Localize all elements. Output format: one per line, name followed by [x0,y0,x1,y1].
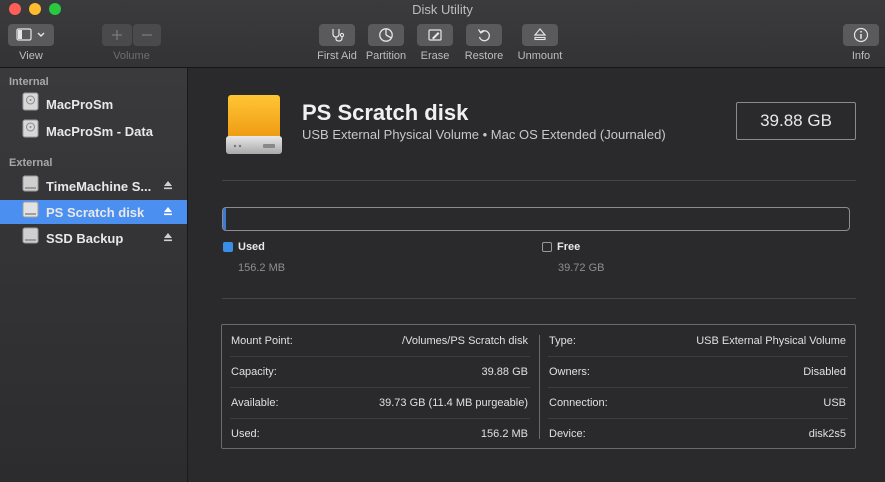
info-key-available: Available: [231,397,279,409]
partition-button[interactable] [368,24,404,46]
info-value-type: USB External Physical Volume [696,335,846,347]
divider [222,298,856,299]
sidebar-toggle-icon [16,28,46,42]
info-column-divider [539,335,540,439]
free-swatch [542,242,552,252]
sidebar-item-label: PS Scratch disk [46,204,145,220]
pie-chart-icon [378,27,394,43]
used-label: Used [238,241,265,253]
divider [222,180,856,181]
erase-label: Erase [420,50,450,62]
used-swatch [223,242,233,252]
usage-bar-used [223,208,226,230]
erase-icon [427,27,443,43]
internal-disk-icon [22,119,39,143]
external-disk-icon [22,200,39,224]
restore-arrow-icon [476,27,492,43]
first-aid-label: First Aid [317,50,357,62]
eject-icon [532,27,548,43]
row-separator [230,387,530,388]
erase-button[interactable] [417,24,453,46]
info-value-owners: Disabled [803,366,846,378]
eject-icon[interactable] [163,203,173,221]
sidebar-item-label: MacProSm [46,96,114,112]
stethoscope-icon [329,27,345,43]
info-key-device: Device: [549,428,586,440]
sidebar-item-label: MacProSm - Data [46,123,153,139]
restore-button[interactable] [466,24,502,46]
remove-volume-button[interactable] [133,24,161,46]
first-aid-button[interactable] [319,24,355,46]
row-separator [548,418,848,419]
sidebar-item-macprosm-data[interactable]: MacProSm - Data [0,119,187,143]
sidebar-item-macprosm[interactable]: MacProSm [0,92,187,116]
row-separator [548,356,848,357]
info-key-owners: Owners: [549,366,590,378]
usage-bar [222,207,850,231]
add-volume-button[interactable] [102,24,132,46]
eject-icon[interactable] [163,229,173,247]
info-key-mount-point: Mount Point: [231,335,293,347]
sidebar-item-timemachine[interactable]: TimeMachine S... [0,174,187,198]
sidebar-item-ssd-backup[interactable]: SSD Backup [0,226,187,250]
free-label: Free [557,241,581,253]
free-value: 39.72 GB [558,262,605,274]
partition-label: Partition [365,50,407,62]
sidebar-header-external: External [9,157,53,169]
sidebar-item-label: TimeMachine S... [46,178,152,194]
sidebar-item-ps-scratch-disk[interactable]: PS Scratch disk [0,200,187,224]
info-icon [853,27,869,43]
info-key-type: Type: [549,335,576,347]
restore-label: Restore [464,50,504,62]
info-key-connection: Connection: [549,397,608,409]
info-value-device: disk2s5 [808,428,846,440]
info-value-mount-point: /Volumes/PS Scratch disk [402,335,528,347]
row-separator [230,418,530,419]
eject-icon[interactable] [163,177,173,195]
row-separator [548,387,848,388]
sidebar: Internal MacProSm MacProSm - Data Extern… [0,68,188,482]
view-label: View [19,50,43,62]
capacity-display: 39.88 GB [736,102,856,140]
disk-description: USB External Physical Volume • Mac OS Ex… [302,127,666,142]
row-separator [230,356,530,357]
plus-icon [111,29,123,41]
info-key-capacity: Capacity: [231,366,277,378]
disk-name: PS Scratch disk [302,100,469,125]
info-value-available: 39.73 GB (11.4 MB purgeable) [379,397,528,409]
info-key-used: Used: [231,428,260,440]
external-disk-icon [22,226,39,250]
main-panel: PS Scratch disk USB External Physical Vo… [189,68,885,482]
info-value-used: 156.2 MB [480,428,528,440]
minus-icon [141,29,153,41]
internal-disk-icon [22,92,39,116]
unmount-label: Unmount [517,50,563,62]
info-table: Mount Point: /Volumes/PS Scratch disk Ca… [221,324,856,449]
used-value: 156.2 MB [238,262,286,274]
external-disk-icon [22,174,39,198]
unmount-button[interactable] [522,24,558,46]
external-drive-icon [225,94,283,161]
info-value-capacity: 39.88 GB [481,366,528,378]
volume-label: Volume [113,50,150,62]
window-title: Disk Utility [412,2,473,17]
info-value-connection: USB [823,397,846,409]
toolbar: Disk Utility View Volume First Aid Parti… [0,0,885,68]
view-button[interactable] [8,24,54,46]
sidebar-header-internal: Internal [9,76,49,88]
sidebar-item-label: SSD Backup [46,230,124,246]
info-label: Info [851,50,871,62]
info-button[interactable] [843,24,879,46]
